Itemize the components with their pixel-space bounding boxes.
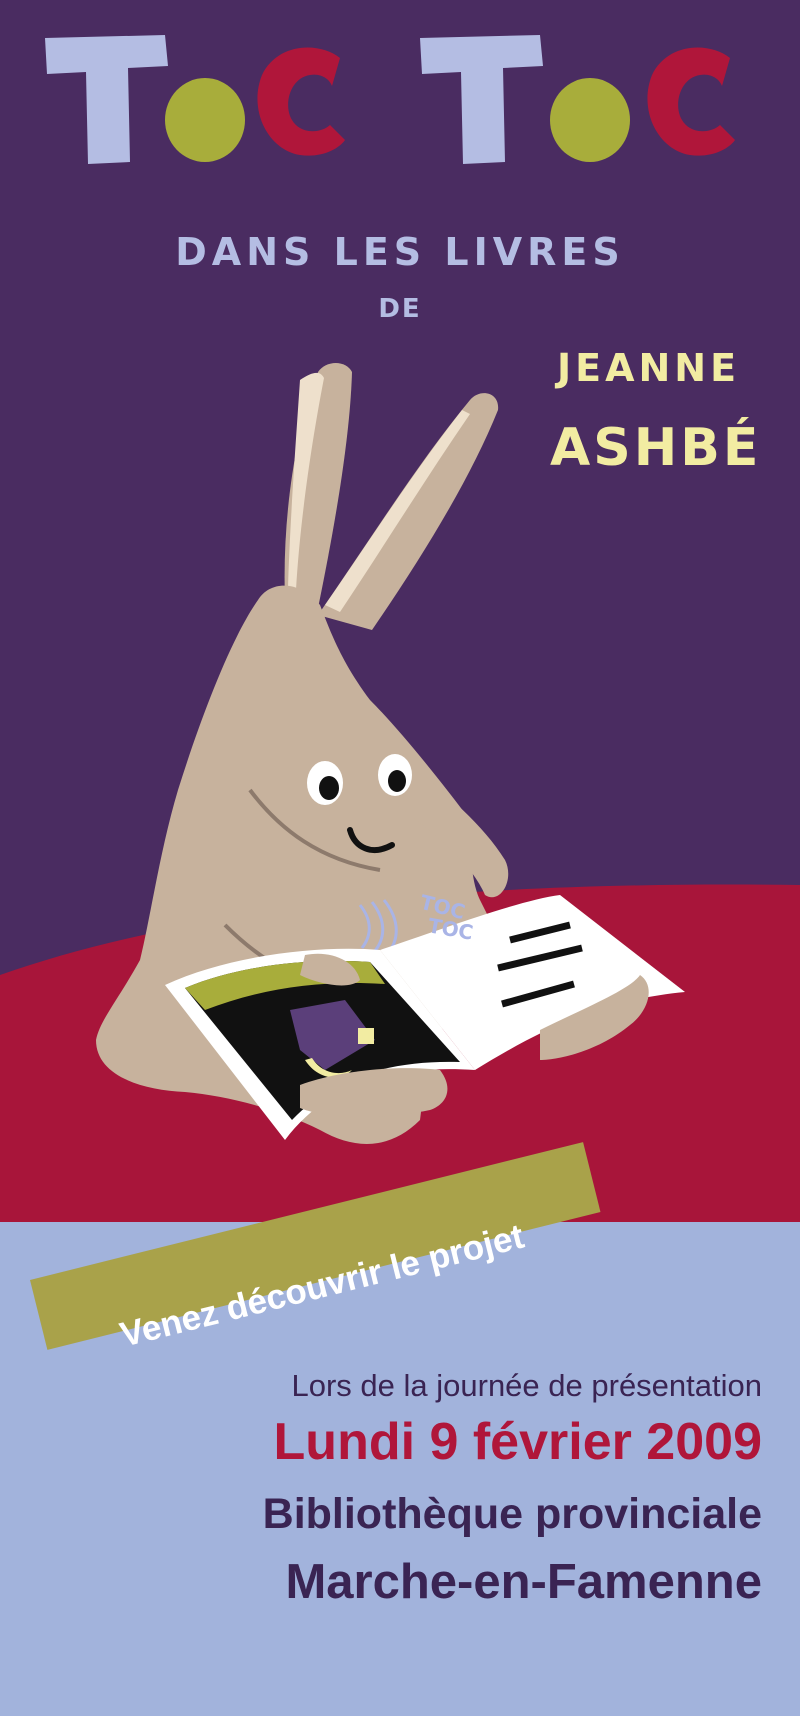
flyer: DANS LES LIVRES DE JEANNE ASHBÉ TOC TOC … [0,0,800,1716]
author-last-name: ASHBÉ [550,418,762,478]
event-place: Bibliothèque provinciale [262,1490,762,1538]
title-letter-o [165,78,245,162]
event-date: Lundi 9 février 2009 [273,1413,762,1471]
event-city: Marche-en-Famenne [285,1555,762,1609]
book-picture-window [358,1028,374,1044]
poster-subtitle: DANS LES LIVRES [175,230,625,274]
rabbit-right-eye [378,754,412,796]
poster-subtitle-connector: DE [378,294,422,324]
title-letter-o [550,78,630,162]
author-first-name: JEANNE [557,346,741,390]
rabbit-left-eye [307,761,343,805]
event-lead: Lors de la journée de présentation [291,1368,763,1403]
